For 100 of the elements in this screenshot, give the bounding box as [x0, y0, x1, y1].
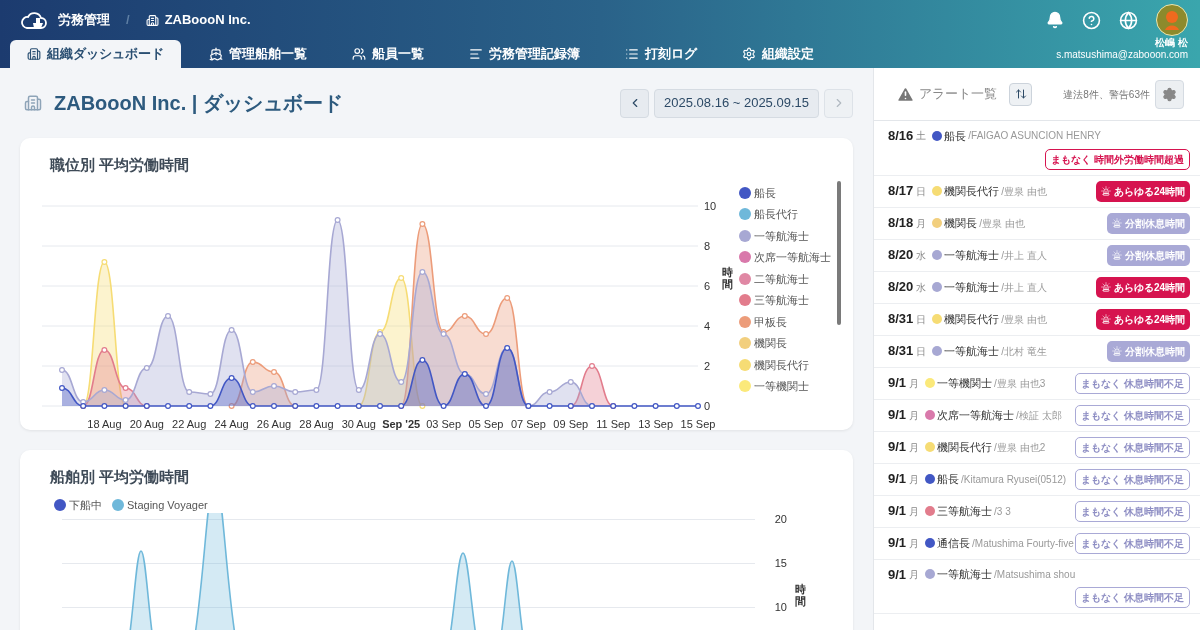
crew-name: /Matushima Fourty-five	[972, 536, 1074, 551]
alert-weekday: 月	[909, 472, 921, 487]
axis-tick-label: 2	[704, 359, 711, 372]
alert-date: 9/1	[888, 438, 907, 457]
axis-tick-label: 10	[774, 601, 787, 614]
axis-tick-label: 03 Sep	[426, 417, 462, 430]
alert-badge: まもなく 休息時間不足	[1075, 500, 1190, 522]
axis-tick-label: 13 Sep	[638, 417, 674, 430]
role-name: 一等航海士	[937, 567, 993, 582]
axis-tick-label: 11 Sep	[596, 417, 631, 430]
axis-tick-label: 30 Aug	[341, 417, 376, 430]
alert-badge: まもなく 休息時間不足	[1075, 532, 1190, 554]
alert-date: 9/1	[888, 534, 907, 553]
legend-label: 三等航海士	[754, 293, 809, 308]
alert-weekday: 日	[916, 312, 928, 327]
alert-date: 8/17	[888, 182, 914, 201]
breadcrumb-separator: /	[126, 11, 130, 30]
alert-weekday: 月	[909, 376, 921, 391]
crew-name: /北村 竜生	[1001, 344, 1047, 359]
crew-name: /豊泉 由也2	[994, 440, 1046, 455]
legend-label: 次席一等航海士	[754, 250, 831, 265]
axis-tick-label: 4	[704, 319, 711, 332]
crew-name: /3 3	[994, 504, 1011, 519]
alert-badge: まもなく 時間外労働時間超過	[1045, 148, 1190, 170]
legend-label: 船長	[754, 185, 776, 201]
legend-label: 一等航海士	[754, 228, 809, 244]
alert-date: 9/1	[888, 470, 907, 489]
axis-tick-label: 10	[704, 199, 717, 212]
role-name: 機関長代行	[944, 183, 1000, 199]
axis-tick-label: 8	[704, 239, 711, 252]
alert-badge: あらゆる24時間	[1095, 308, 1190, 330]
alert-summary: 違法8件、警告63件	[1063, 87, 1150, 102]
role-name: 一等機関士	[937, 375, 993, 391]
role-name: 船長	[937, 471, 960, 487]
axis-tick-label: 09 Sep	[553, 417, 589, 430]
axis-tick-label: 15	[774, 557, 787, 570]
alert-date: 9/1	[888, 565, 907, 584]
alert-badge: まもなく 休息時間不足	[1075, 372, 1190, 394]
alert-date: 8/31	[888, 310, 914, 329]
role-name: 機関長	[944, 215, 978, 231]
legend-label: 船長代行	[754, 207, 798, 222]
legend-label: 二等航海士	[754, 271, 809, 287]
alert-weekday: 月	[909, 504, 921, 519]
alert-badge: 分割休息時間	[1107, 212, 1190, 234]
axis-tick-label: 20	[774, 513, 787, 526]
alert-weekday: 水	[916, 280, 928, 295]
alert-badge: まもなく 休息時間不足	[1075, 468, 1190, 490]
crew-name: /豊泉 由也3	[994, 376, 1046, 391]
alert-badge: まもなく 休息時間不足	[1075, 436, 1190, 458]
axis-tick-label: 24 Aug	[214, 417, 249, 430]
crew-name: /井上 直人	[1001, 280, 1047, 295]
crew-name: /豊泉 由也	[1001, 312, 1047, 327]
chart-title: 職位別 平均労働時間	[50, 155, 191, 175]
role-name: 次席一等航海士	[937, 407, 1015, 423]
legend-label: Staging Voyager	[127, 497, 208, 513]
crew-name: /Matsushima shou	[994, 567, 1076, 582]
alert-badge: 分割休息時間	[1107, 340, 1190, 362]
role-name: 船長	[944, 128, 967, 144]
alert-list-title: アラート一覧	[919, 85, 997, 104]
axis-label: 時間	[722, 265, 733, 290]
page-title: ZABoooN Inc. | ダッシュボード	[54, 91, 343, 116]
axis-tick-label: 26 Aug	[256, 417, 292, 430]
axis-tick-label: 15 Sep	[680, 417, 716, 430]
alert-weekday: 水	[916, 248, 928, 263]
axis-tick-label: 05 Sep	[468, 417, 504, 430]
alert-date: 8/16	[888, 127, 914, 145]
role-name: 機関長代行	[944, 311, 1000, 327]
crew-name: /豊泉 由也	[979, 216, 1025, 231]
alert-badge: あらゆる24時間	[1095, 180, 1190, 202]
axis-tick-label: 18 Aug	[87, 417, 122, 430]
alert-weekday: 土	[916, 129, 928, 144]
crew-name: /豊泉 由也	[1001, 184, 1047, 199]
alert-date: 8/18	[888, 214, 914, 233]
alert-badge: まもなく 休息時間不足	[1075, 404, 1190, 426]
alert-weekday: 月	[909, 408, 921, 423]
alert-badge: まもなく 休息時間不足	[1075, 587, 1190, 608]
legend-label: 下船中	[69, 497, 102, 513]
alert-date: 9/1	[888, 406, 907, 425]
alert-date: 8/20	[888, 278, 914, 297]
alert-weekday: 日	[916, 184, 928, 199]
alert-badge: あらゆる24時間	[1095, 276, 1190, 298]
crew-name: /Kitamura Ryusei(0512)	[961, 472, 1067, 487]
role-name: 機関長代行	[937, 439, 993, 455]
role-name: 一等航海士	[944, 343, 1000, 359]
alert-weekday: 月	[916, 216, 928, 231]
crew-name: /井上 直人	[1001, 248, 1047, 263]
legend-label: 甲板長	[754, 314, 787, 330]
user-name: 松嶋 松	[1155, 37, 1188, 49]
alert-date: 8/20	[888, 246, 914, 265]
axis-tick-label: 28 Aug	[299, 417, 334, 430]
user-email: s.matsushima@zabooon.com	[1056, 49, 1188, 61]
alert-weekday: 月	[909, 536, 921, 551]
role-name: 一等航海士	[944, 279, 1000, 295]
chart-title: 船舶別 平均労働時間	[50, 467, 191, 487]
alert-badge: 分割休息時間	[1107, 244, 1190, 266]
axis-tick-label: 6	[704, 279, 711, 292]
role-name: 三等航海士	[937, 503, 993, 519]
alert-date: 8/31	[888, 342, 914, 361]
axis-tick-label: Sep '25	[382, 417, 421, 430]
axis-tick-label: 20 Aug	[129, 417, 164, 430]
